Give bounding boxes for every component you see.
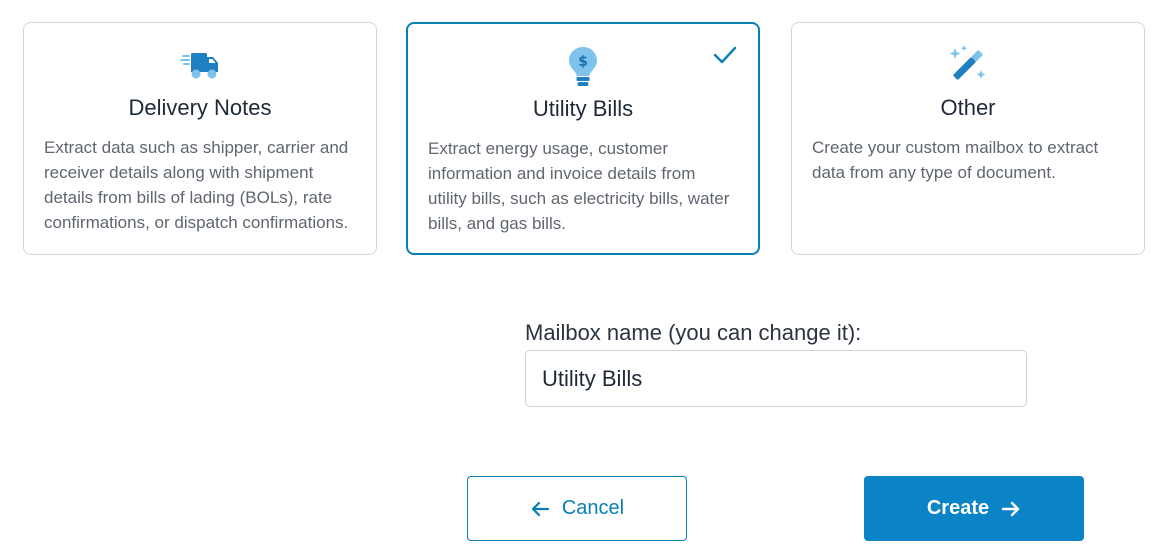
card-title: Other (940, 95, 996, 120)
arrow-right-icon (1001, 501, 1021, 517)
cancel-button-label: Cancel (561, 497, 625, 519)
svg-text:$: $ (578, 54, 588, 70)
card-other[interactable]: Other Create your custom mailbox to extr… (791, 22, 1145, 255)
card-utility-bills[interactable]: $ Utility Bills Extract energy usage, cu… (406, 22, 760, 255)
create-button-label: Create (926, 497, 990, 519)
check-icon (712, 44, 738, 66)
delivery-truck-icon (178, 43, 222, 87)
card-title: Delivery Notes (128, 95, 272, 120)
magic-wand-icon (946, 43, 990, 87)
card-description: Extract data such as shipper, carrier an… (44, 138, 349, 232)
mailbox-name-label: Mailbox name (you can change it): (525, 320, 862, 345)
card-description: Create your custom mailbox to extract da… (812, 138, 1099, 182)
card-description: Extract energy usage, customer informati… (428, 139, 730, 233)
arrow-left-icon (530, 501, 550, 517)
create-button[interactable]: Create (864, 476, 1084, 541)
cancel-button[interactable]: Cancel (467, 476, 687, 541)
card-title: Utility Bills (532, 96, 634, 121)
card-delivery-notes[interactable]: Delivery Notes Extract data such as ship… (23, 22, 377, 255)
mailbox-name-input[interactable] (525, 350, 1027, 407)
lightbulb-dollar-icon: $ (561, 44, 605, 88)
